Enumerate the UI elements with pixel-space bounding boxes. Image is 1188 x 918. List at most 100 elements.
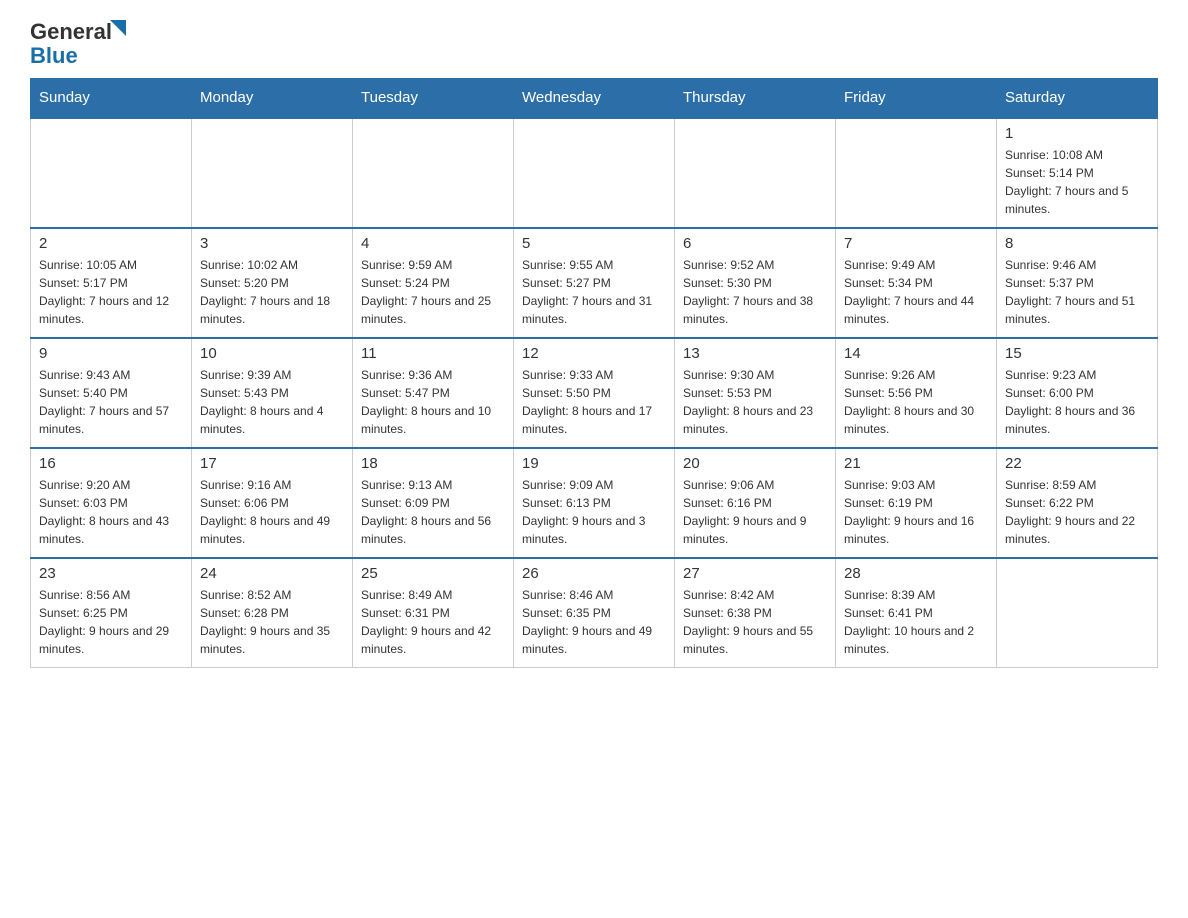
day-of-week-header: Saturday: [997, 79, 1158, 118]
day-number: 22: [1005, 455, 1149, 472]
day-number: 1: [1005, 125, 1149, 142]
calendar-cell: 20 Sunrise: 9:06 AMSunset: 6:16 PMDayligh…: [675, 448, 836, 558]
day-number: 4: [361, 235, 505, 252]
day-number: 23: [39, 565, 183, 582]
day-info: Sunrise: 9:06 AMSunset: 6:16 PMDaylight:…: [683, 476, 827, 548]
calendar-cell: 12 Sunrise: 9:33 AMSunset: 5:50 PMDayligh…: [514, 338, 675, 448]
day-number: 10: [200, 345, 344, 362]
day-of-week-header: Thursday: [675, 79, 836, 118]
calendar-cell: [997, 558, 1158, 668]
day-number: 19: [522, 455, 666, 472]
calendar-cell: [353, 118, 514, 228]
calendar-cell: 23Sunrise: 8:56 AMSunset: 6:25 PMDayligh…: [31, 558, 192, 668]
day-info: Sunrise: 9:33 AMSunset: 5:50 PMDaylight:…: [522, 366, 666, 438]
calendar-cell: 15 Sunrise: 9:23 AMSunset: 6:00 PMDayligh…: [997, 338, 1158, 448]
calendar-cell: 21 Sunrise: 9:03 AMSunset: 6:19 PMDayligh…: [836, 448, 997, 558]
logo: General Blue: [30, 20, 112, 68]
day-number: 2: [39, 235, 183, 252]
calendar-week-row: 23Sunrise: 8:56 AMSunset: 6:25 PMDayligh…: [31, 558, 1158, 668]
calendar-cell: 26 Sunrise: 8:46 AMSunset: 6:35 PMDayligh…: [514, 558, 675, 668]
calendar-cell: 16 Sunrise: 9:20 AMSunset: 6:03 PMDayligh…: [31, 448, 192, 558]
page-header: General Blue: [30, 20, 1158, 68]
calendar-cell: 10 Sunrise: 9:39 AMSunset: 5:43 PMDayligh…: [192, 338, 353, 448]
day-number: 21: [844, 455, 988, 472]
day-info: Sunrise: 9:30 AMSunset: 5:53 PMDaylight:…: [683, 366, 827, 438]
day-number: 12: [522, 345, 666, 362]
day-of-week-header: Friday: [836, 79, 997, 118]
calendar-cell: 4Sunrise: 9:59 AMSunset: 5:24 PMDaylight…: [353, 228, 514, 338]
calendar-cell: 13 Sunrise: 9:30 AMSunset: 5:53 PMDayligh…: [675, 338, 836, 448]
day-info: Sunrise: 9:09 AMSunset: 6:13 PMDaylight:…: [522, 476, 666, 548]
day-number: 13: [683, 345, 827, 362]
day-info: Sunrise: 10:05 AMSunset: 5:17 PMDaylight…: [39, 256, 183, 328]
day-info: Sunrise: 9:20 AMSunset: 6:03 PMDaylight:…: [39, 476, 183, 548]
day-number: 6: [683, 235, 827, 252]
calendar-cell: 2 Sunrise: 10:05 AMSunset: 5:17 PMDayligh…: [31, 228, 192, 338]
day-info: Sunrise: 10:08 AMSunset: 5:14 PMDaylight…: [1005, 146, 1149, 218]
calendar-cell: [675, 118, 836, 228]
calendar-week-row: 16 Sunrise: 9:20 AMSunset: 6:03 PMDayligh…: [31, 448, 1158, 558]
day-info: Sunrise: 9:46 AMSunset: 5:37 PMDaylight:…: [1005, 256, 1149, 328]
calendar-cell: [192, 118, 353, 228]
calendar-cell: 7 Sunrise: 9:49 AMSunset: 5:34 PMDaylight…: [836, 228, 997, 338]
day-info: Sunrise: 9:49 AMSunset: 5:34 PMDaylight:…: [844, 256, 988, 328]
calendar-cell: 18Sunrise: 9:13 AMSunset: 6:09 PMDayligh…: [353, 448, 514, 558]
day-number: 27: [683, 565, 827, 582]
day-number: 26: [522, 565, 666, 582]
calendar-cell: 5 Sunrise: 9:55 AMSunset: 5:27 PMDaylight…: [514, 228, 675, 338]
calendar-table: SundayMondayTuesdayWednesdayThursdayFrid…: [30, 78, 1158, 668]
day-info: Sunrise: 9:52 AMSunset: 5:30 PMDaylight:…: [683, 256, 827, 328]
day-number: 14: [844, 345, 988, 362]
day-info: Sunrise: 9:13 AMSunset: 6:09 PMDaylight:…: [361, 476, 505, 548]
calendar-cell: 17 Sunrise: 9:16 AMSunset: 6:06 PMDayligh…: [192, 448, 353, 558]
logo-arrow-icon: [110, 20, 126, 36]
day-info: Sunrise: 8:49 AMSunset: 6:31 PMDaylight:…: [361, 586, 505, 658]
calendar-cell: 9Sunrise: 9:43 AMSunset: 5:40 PMDaylight…: [31, 338, 192, 448]
day-number: 5: [522, 235, 666, 252]
day-info: Sunrise: 9:36 AMSunset: 5:47 PMDaylight:…: [361, 366, 505, 438]
calendar-cell: 22 Sunrise: 8:59 AMSunset: 6:22 PMDayligh…: [997, 448, 1158, 558]
calendar-week-row: 2 Sunrise: 10:05 AMSunset: 5:17 PMDayligh…: [31, 228, 1158, 338]
day-info: Sunrise: 8:42 AMSunset: 6:38 PMDaylight:…: [683, 586, 827, 658]
day-info: Sunrise: 9:23 AMSunset: 6:00 PMDaylight:…: [1005, 366, 1149, 438]
calendar-cell: 3 Sunrise: 10:02 AMSunset: 5:20 PMDayligh…: [192, 228, 353, 338]
day-info: Sunrise: 9:55 AMSunset: 5:27 PMDaylight:…: [522, 256, 666, 328]
day-number: 3: [200, 235, 344, 252]
calendar-cell: 14 Sunrise: 9:26 AMSunset: 5:56 PMDayligh…: [836, 338, 997, 448]
calendar-cell: 6 Sunrise: 9:52 AMSunset: 5:30 PMDaylight…: [675, 228, 836, 338]
day-number: 16: [39, 455, 183, 472]
calendar-header-row: SundayMondayTuesdayWednesdayThursdayFrid…: [31, 79, 1158, 118]
day-number: 20: [683, 455, 827, 472]
day-info: Sunrise: 9:39 AMSunset: 5:43 PMDaylight:…: [200, 366, 344, 438]
day-of-week-header: Wednesday: [514, 79, 675, 118]
day-info: Sunrise: 10:02 AMSunset: 5:20 PMDaylight…: [200, 256, 344, 328]
day-of-week-header: Monday: [192, 79, 353, 118]
day-of-week-header: Tuesday: [353, 79, 514, 118]
day-number: 11: [361, 345, 505, 362]
day-info: Sunrise: 9:03 AMSunset: 6:19 PMDaylight:…: [844, 476, 988, 548]
calendar-cell: [31, 118, 192, 228]
calendar-cell: 27 Sunrise: 8:42 AMSunset: 6:38 PMDayligh…: [675, 558, 836, 668]
calendar-cell: 1 Sunrise: 10:08 AMSunset: 5:14 PMDayligh…: [997, 118, 1158, 228]
day-info: Sunrise: 9:16 AMSunset: 6:06 PMDaylight:…: [200, 476, 344, 548]
day-number: 25: [361, 565, 505, 582]
day-number: 7: [844, 235, 988, 252]
day-info: Sunrise: 8:46 AMSunset: 6:35 PMDaylight:…: [522, 586, 666, 658]
day-info: Sunrise: 8:59 AMSunset: 6:22 PMDaylight:…: [1005, 476, 1149, 548]
calendar-cell: [836, 118, 997, 228]
day-info: Sunrise: 9:26 AMSunset: 5:56 PMDaylight:…: [844, 366, 988, 438]
day-number: 15: [1005, 345, 1149, 362]
day-number: 24: [200, 565, 344, 582]
calendar-week-row: 1 Sunrise: 10:08 AMSunset: 5:14 PMDayligh…: [31, 118, 1158, 228]
calendar-cell: 25 Sunrise: 8:49 AMSunset: 6:31 PMDayligh…: [353, 558, 514, 668]
day-number: 17: [200, 455, 344, 472]
calendar-cell: [514, 118, 675, 228]
calendar-cell: 8Sunrise: 9:46 AMSunset: 5:37 PMDaylight…: [997, 228, 1158, 338]
calendar-cell: 19 Sunrise: 9:09 AMSunset: 6:13 PMDayligh…: [514, 448, 675, 558]
day-info: Sunrise: 8:52 AMSunset: 6:28 PMDaylight:…: [200, 586, 344, 658]
calendar-cell: 24 Sunrise: 8:52 AMSunset: 6:28 PMDayligh…: [192, 558, 353, 668]
logo-text-general: General: [30, 20, 112, 44]
calendar-cell: 28Sunrise: 8:39 AMSunset: 6:41 PMDayligh…: [836, 558, 997, 668]
day-number: 28: [844, 565, 988, 582]
day-of-week-header: Sunday: [31, 79, 192, 118]
